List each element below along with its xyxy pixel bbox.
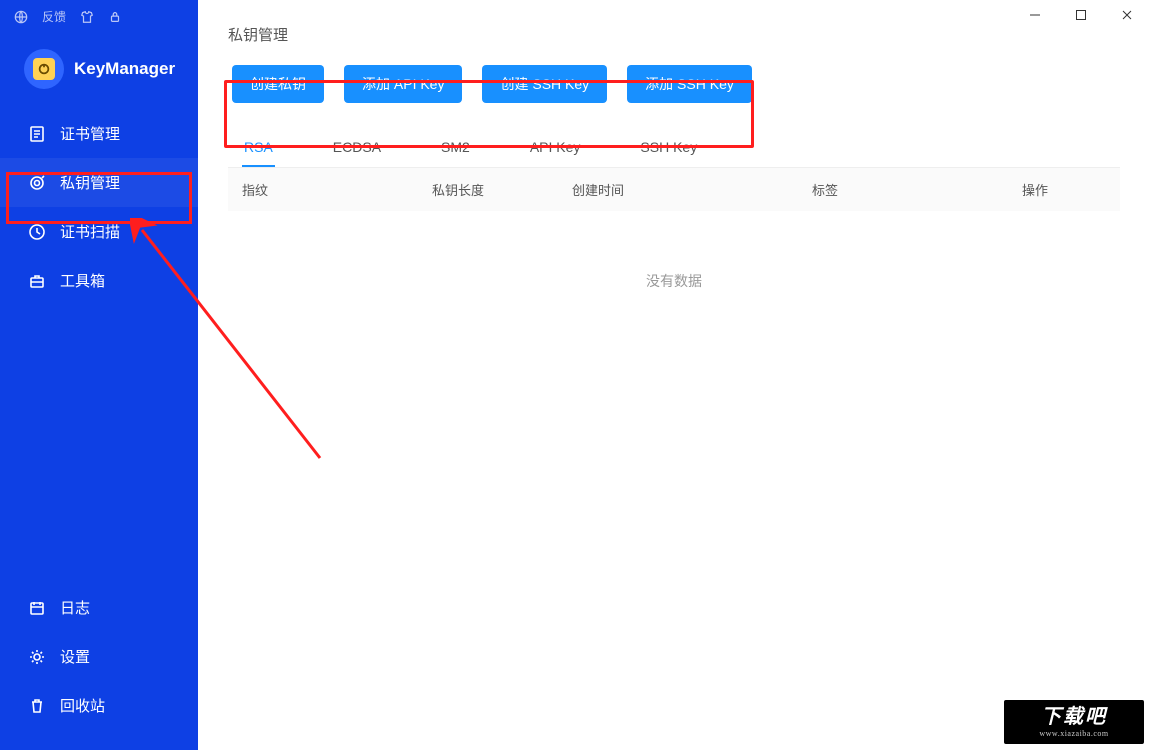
sidebar-item-cert-manage[interactable]: 证书管理 — [0, 109, 198, 158]
tab-ecdsa[interactable]: ECDSA — [331, 129, 383, 167]
maximize-button[interactable] — [1058, 0, 1104, 30]
feedback-link[interactable]: 反馈 — [42, 8, 66, 25]
tab-sm2[interactable]: SM2 — [439, 129, 472, 167]
sidebar-item-trash[interactable]: 回收站 — [0, 681, 198, 730]
page-title: 私钥管理 — [228, 24, 1120, 45]
tab-api-key[interactable]: API Key — [528, 129, 583, 167]
empty-state: 没有数据 — [228, 211, 1120, 331]
sidebar-item-key-manage[interactable]: 私钥管理 — [0, 158, 198, 207]
add-ssh-key-button[interactable]: 添加 SSH Key — [627, 65, 752, 103]
watermark: 下载吧 www.xiazaiba.com — [1004, 700, 1144, 744]
globe-icon[interactable] — [14, 10, 28, 24]
create-ssh-key-button[interactable]: 创建 SSH Key — [482, 65, 607, 103]
clock-icon — [28, 223, 46, 241]
watermark-title: 下载吧 — [1041, 707, 1107, 727]
close-button[interactable] — [1104, 0, 1150, 30]
watermark-url: www.xiazaiba.com — [1039, 729, 1108, 738]
minimize-button[interactable] — [1012, 0, 1058, 30]
tshirt-icon[interactable] — [80, 10, 94, 24]
sidebar-item-label: 证书扫描 — [60, 221, 120, 242]
window-controls — [1012, 0, 1150, 30]
top-icon-row: 反馈 — [0, 0, 198, 31]
tab-ssh-key[interactable]: SSH Key — [638, 129, 699, 167]
main-content: 私钥管理 创建私钥 添加 API Key 创建 SSH Key 添加 SSH K… — [198, 0, 1150, 750]
nav-main: 证书管理 私钥管理 证书扫描 工具箱 — [0, 109, 198, 305]
sidebar-item-logs[interactable]: 日志 — [0, 583, 198, 632]
sidebar-item-cert-scan[interactable]: 证书扫描 — [0, 207, 198, 256]
document-icon — [28, 125, 46, 143]
brand-logo — [24, 49, 64, 89]
col-fingerprint: 指纹 — [242, 180, 432, 199]
sidebar-item-label: 设置 — [60, 646, 90, 667]
toolbox-icon — [28, 272, 46, 290]
sidebar-item-label: 回收站 — [60, 695, 105, 716]
col-tags: 标签 — [812, 180, 1022, 199]
nav-bottom: 日志 设置 回收站 — [0, 583, 198, 750]
sidebar-item-label: 工具箱 — [60, 270, 105, 291]
calendar-icon — [28, 599, 46, 617]
sidebar-item-label: 日志 — [60, 597, 90, 618]
table-header: 指纹 私钥长度 创建时间 标签 操作 — [228, 168, 1120, 211]
col-key-length: 私钥长度 — [432, 180, 572, 199]
sidebar-item-toolbox[interactable]: 工具箱 — [0, 256, 198, 305]
lock-icon[interactable] — [108, 10, 122, 24]
sidebar-item-settings[interactable]: 设置 — [0, 632, 198, 681]
sidebar-item-label: 私钥管理 — [60, 172, 120, 193]
brand: KeyManager — [0, 31, 198, 109]
create-private-key-button[interactable]: 创建私钥 — [232, 65, 324, 103]
app-title: KeyManager — [74, 59, 175, 79]
col-created-time: 创建时间 — [572, 180, 812, 199]
add-api-key-button[interactable]: 添加 API Key — [344, 65, 462, 103]
target-icon — [28, 174, 46, 192]
col-actions: 操作 — [1022, 180, 1106, 199]
trash-icon — [28, 697, 46, 715]
sidebar: 反馈 KeyManager 证书管理 私钥管理 证书扫描 — [0, 0, 198, 750]
tab-rsa[interactable]: RSA — [242, 129, 275, 167]
key-type-tabs: RSA ECDSA SM2 API Key SSH Key — [228, 129, 1120, 168]
sidebar-item-label: 证书管理 — [60, 123, 120, 144]
gear-icon — [28, 648, 46, 666]
action-button-row: 创建私钥 添加 API Key 创建 SSH Key 添加 SSH Key — [228, 61, 1120, 107]
